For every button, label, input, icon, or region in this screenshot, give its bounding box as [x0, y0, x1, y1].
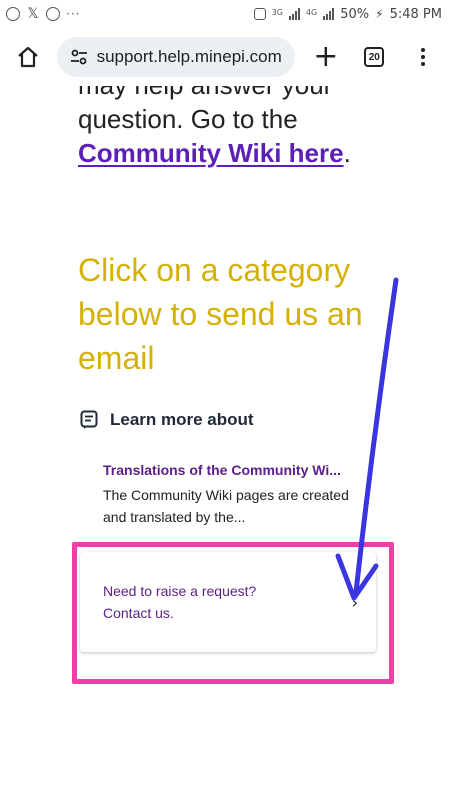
contact-us-text: Need to raise a request? Contact us.	[103, 580, 256, 624]
learn-more-header: Learn more about	[80, 410, 254, 430]
article-icon	[80, 410, 98, 429]
page-content: may help answer your question. Go to the…	[0, 86, 450, 800]
category-heading: Click on a category below to send us an …	[78, 252, 363, 376]
new-tab-button[interactable]: +	[309, 39, 343, 75]
browser-toolbar: support.help.minepi.com + 20	[0, 28, 450, 86]
contact-us-card[interactable]: Need to raise a request? Contact us. ›	[80, 552, 376, 652]
article-link[interactable]: Translations of the Community Wi...	[103, 462, 353, 478]
battery-charging-icon: ⚡	[375, 7, 384, 21]
x-icon: 𝕏	[27, 6, 39, 22]
site-settings-icon[interactable]	[67, 45, 91, 69]
address-bar[interactable]: support.help.minepi.com	[56, 37, 295, 77]
tab-switcher-button[interactable]: 20	[357, 39, 391, 75]
viber-icon	[6, 7, 20, 21]
status-left: 𝕏 ···	[6, 7, 80, 21]
article-snippet: The Community Wiki pages are created and…	[103, 487, 349, 525]
url-text[interactable]: support.help.minepi.com	[97, 47, 282, 67]
tab-count: 20	[364, 47, 385, 67]
chevron-right-icon: ›	[351, 592, 358, 612]
network-label-3g: 3G	[271, 7, 283, 17]
request-line-2: Contact us.	[103, 605, 174, 621]
community-wiki-link[interactable]: Community Wiki here	[78, 138, 344, 168]
paragraph-link-line: Community Wiki here.	[78, 138, 351, 168]
status-right: 3G 4G 50% ⚡ 5:48 PM	[253, 6, 442, 22]
home-icon	[18, 46, 39, 68]
link-suffix: .	[343, 138, 351, 168]
signal-icon-2	[323, 8, 335, 20]
network-label-4g: 4G	[305, 7, 318, 17]
home-button[interactable]	[12, 40, 45, 74]
signal-icon	[288, 8, 300, 20]
annotation-arrow	[335, 277, 399, 601]
request-line-1: Need to raise a request?	[103, 583, 257, 599]
whatsapp-icon	[46, 7, 60, 21]
clock: 5:48 PM	[389, 6, 442, 22]
vibrate-icon	[253, 8, 266, 20]
paragraph-line: question. Go to the	[78, 104, 298, 134]
plus-icon: +	[313, 39, 339, 74]
menu-button[interactable]	[406, 39, 440, 75]
more-notifications: ···	[66, 7, 81, 21]
learn-more-title: Learn more about	[110, 410, 254, 429]
status-bar: 𝕏 ··· 3G 4G 50% ⚡ 5:48 PM	[0, 0, 450, 28]
paragraph-line-cut: may help answer your	[78, 86, 332, 100]
battery-percent: 50%	[340, 6, 370, 22]
more-vert-icon	[420, 48, 425, 66]
